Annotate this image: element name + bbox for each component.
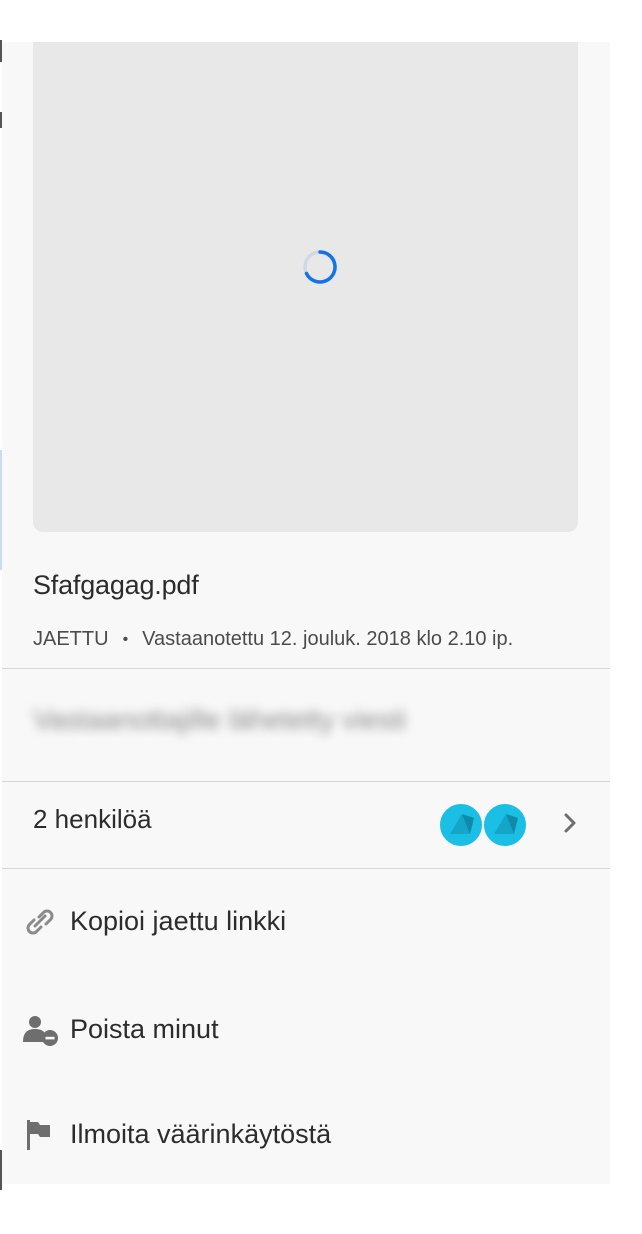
loading-spinner-icon [303, 250, 337, 284]
avatar [482, 802, 528, 848]
file-meta: JAETTU • Vastaanotettu 12. jouluk. 2018 … [33, 628, 513, 651]
avatar-placeholder-icon [494, 814, 518, 834]
document-preview [33, 42, 578, 532]
blurred-message: Vastaanottajille lähetetty viesti [33, 704, 407, 735]
avatar [438, 802, 484, 848]
people-count: 2 henkilöä [33, 804, 152, 834]
remove-me-action[interactable]: Poista minut [2, 1000, 610, 1060]
link-icon [26, 909, 54, 935]
report-abuse-action[interactable]: Ilmoita väärinkäytöstä [2, 1105, 610, 1165]
received-date: Vastaanotettu 12. jouluk. 2018 klo 2.10 … [142, 628, 514, 650]
avatar-placeholder-icon [450, 814, 474, 834]
file-details-panel: Sfafgagag.pdf JAETTU • Vastaanotettu 12.… [2, 42, 610, 1184]
copy-link-label: Kopioi jaettu linkki [70, 906, 287, 936]
remove-me-label: Poista minut [70, 1014, 219, 1044]
shared-status: JAETTU [33, 628, 109, 650]
file-name: Sfafgagag.pdf [33, 570, 199, 600]
flag-icon [27, 1120, 50, 1150]
copy-link-action[interactable]: Kopioi jaettu linkki [2, 892, 610, 952]
report-abuse-label: Ilmoita väärinkäytöstä [70, 1119, 332, 1149]
remove-user-icon [23, 1016, 58, 1046]
people-row[interactable]: 2 henkilöä [2, 782, 610, 869]
meta-separator: • [122, 630, 129, 648]
chevron-right-icon [564, 813, 576, 833]
avatar-group [438, 802, 532, 848]
divider [2, 668, 610, 669]
divider [2, 868, 610, 869]
